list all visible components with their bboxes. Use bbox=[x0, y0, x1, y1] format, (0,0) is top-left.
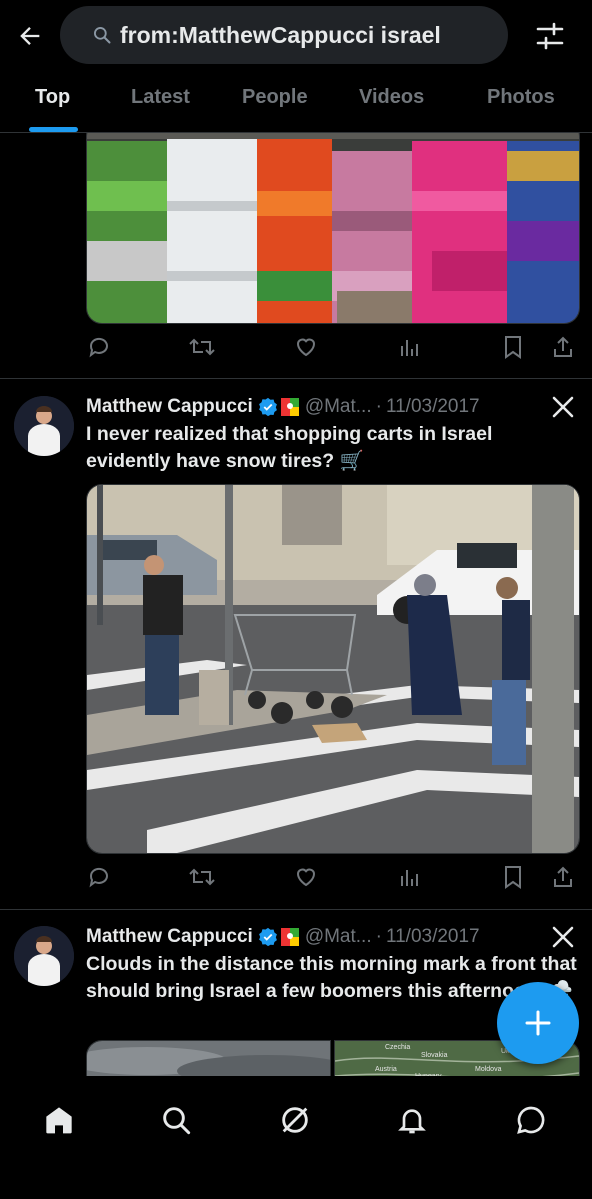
search-icon bbox=[163, 1107, 191, 1135]
views-icon bbox=[401, 340, 418, 356]
tab-people[interactable]: People bbox=[242, 86, 308, 109]
reply-button[interactable] bbox=[86, 864, 112, 890]
tab-top[interactable]: Top bbox=[35, 86, 70, 109]
reply-icon bbox=[89, 867, 108, 888]
sliders-icon bbox=[536, 22, 564, 50]
map-pin-flag-icon bbox=[280, 928, 299, 946]
tweet-text: I never realized that shopping carts in … bbox=[86, 423, 493, 472]
tweet-actions bbox=[86, 864, 578, 894]
bookmark-icon bbox=[505, 866, 521, 889]
avatar[interactable] bbox=[14, 926, 74, 986]
retweet-icon bbox=[189, 338, 215, 356]
nav-grok[interactable] bbox=[271, 1096, 319, 1144]
tab-latest[interactable]: Latest bbox=[131, 86, 190, 109]
separator-dot: · bbox=[375, 926, 382, 947]
tab-photos[interactable]: Photos bbox=[487, 86, 555, 109]
retweet-button[interactable] bbox=[189, 334, 215, 360]
share-button[interactable] bbox=[550, 334, 576, 360]
nav-messages[interactable] bbox=[507, 1096, 555, 1144]
heart-icon bbox=[296, 868, 316, 887]
bell-icon bbox=[398, 1109, 426, 1134]
bottom-navigation bbox=[0, 1076, 592, 1199]
views-icon bbox=[401, 870, 418, 886]
share-icon bbox=[554, 866, 572, 887]
bookmark-button[interactable] bbox=[500, 334, 526, 360]
like-button[interactable] bbox=[293, 864, 319, 890]
plus-icon bbox=[525, 1010, 551, 1036]
crosswalk-shopping-cart-photo bbox=[87, 485, 579, 853]
bookmark-icon bbox=[505, 336, 521, 359]
messages-icon bbox=[517, 1106, 545, 1134]
tweet-image-supermarket[interactable] bbox=[86, 120, 580, 324]
author-name[interactable]: Matthew Cappucci bbox=[86, 396, 253, 418]
reply-icon bbox=[89, 337, 108, 358]
share-icon bbox=[554, 336, 572, 357]
nav-notifications[interactable] bbox=[388, 1096, 436, 1144]
like-button[interactable] bbox=[293, 334, 319, 360]
nav-home[interactable] bbox=[35, 1096, 83, 1144]
bookmark-button[interactable] bbox=[500, 864, 526, 890]
avatar[interactable] bbox=[14, 396, 74, 456]
author-handle[interactable]: @Mat... bbox=[305, 926, 372, 948]
retweet-button[interactable] bbox=[189, 864, 215, 890]
reply-button[interactable] bbox=[86, 334, 112, 360]
views-button[interactable] bbox=[397, 864, 423, 890]
back-button[interactable] bbox=[10, 16, 50, 56]
share-button[interactable] bbox=[550, 864, 576, 890]
verified-badge-icon bbox=[258, 927, 278, 947]
tweet-actions bbox=[86, 334, 578, 364]
grok-icon[interactable] bbox=[550, 394, 576, 420]
author-handle[interactable]: @Mat... bbox=[305, 396, 372, 418]
grok-icon[interactable] bbox=[550, 924, 576, 950]
grok-icon bbox=[282, 1107, 308, 1133]
tweet-header: Matthew Cappucci @Mat... · 11/03/2017 bbox=[86, 923, 480, 951]
arrow-left-icon bbox=[20, 27, 40, 45]
profile-photo bbox=[14, 926, 74, 986]
search-query-text: from:MatthewCappucci israel bbox=[120, 21, 441, 48]
compose-button[interactable] bbox=[497, 982, 579, 1064]
tweet-image-crosswalk[interactable] bbox=[86, 484, 580, 854]
tab-videos[interactable]: Videos bbox=[359, 86, 424, 109]
search-input[interactable]: from:MatthewCappucci israel bbox=[60, 6, 508, 64]
active-tab-indicator bbox=[29, 127, 78, 132]
tweet-date[interactable]: 11/03/2017 bbox=[386, 926, 480, 948]
feed-divider bbox=[0, 909, 592, 910]
tweet-header: Matthew Cappucci @Mat... · 11/03/2017 bbox=[86, 393, 480, 421]
nav-search[interactable] bbox=[152, 1096, 200, 1144]
profile-photo bbox=[14, 396, 74, 456]
map-pin-flag-icon bbox=[280, 398, 299, 416]
separator-dot: · bbox=[375, 396, 382, 417]
verified-badge-icon bbox=[258, 397, 278, 417]
search-filter-button[interactable] bbox=[528, 16, 572, 56]
feed-divider bbox=[0, 378, 592, 379]
views-button[interactable] bbox=[397, 334, 423, 360]
tweet-date[interactable]: 11/03/2017 bbox=[386, 396, 480, 418]
map-label: Slovakia bbox=[421, 1052, 448, 1059]
map-label: Austria bbox=[375, 1066, 397, 1073]
map-label: Czechia bbox=[385, 1044, 410, 1051]
retweet-icon bbox=[189, 868, 215, 886]
search-icon bbox=[94, 27, 111, 44]
supermarket-shelves-photo bbox=[87, 121, 579, 323]
home-icon bbox=[46, 1107, 72, 1134]
top-header: from:MatthewCappucci israel Top Latest P… bbox=[0, 0, 592, 133]
heart-icon bbox=[296, 338, 316, 357]
map-label: Moldova bbox=[475, 1066, 502, 1073]
author-name[interactable]: Matthew Cappucci bbox=[86, 926, 253, 948]
